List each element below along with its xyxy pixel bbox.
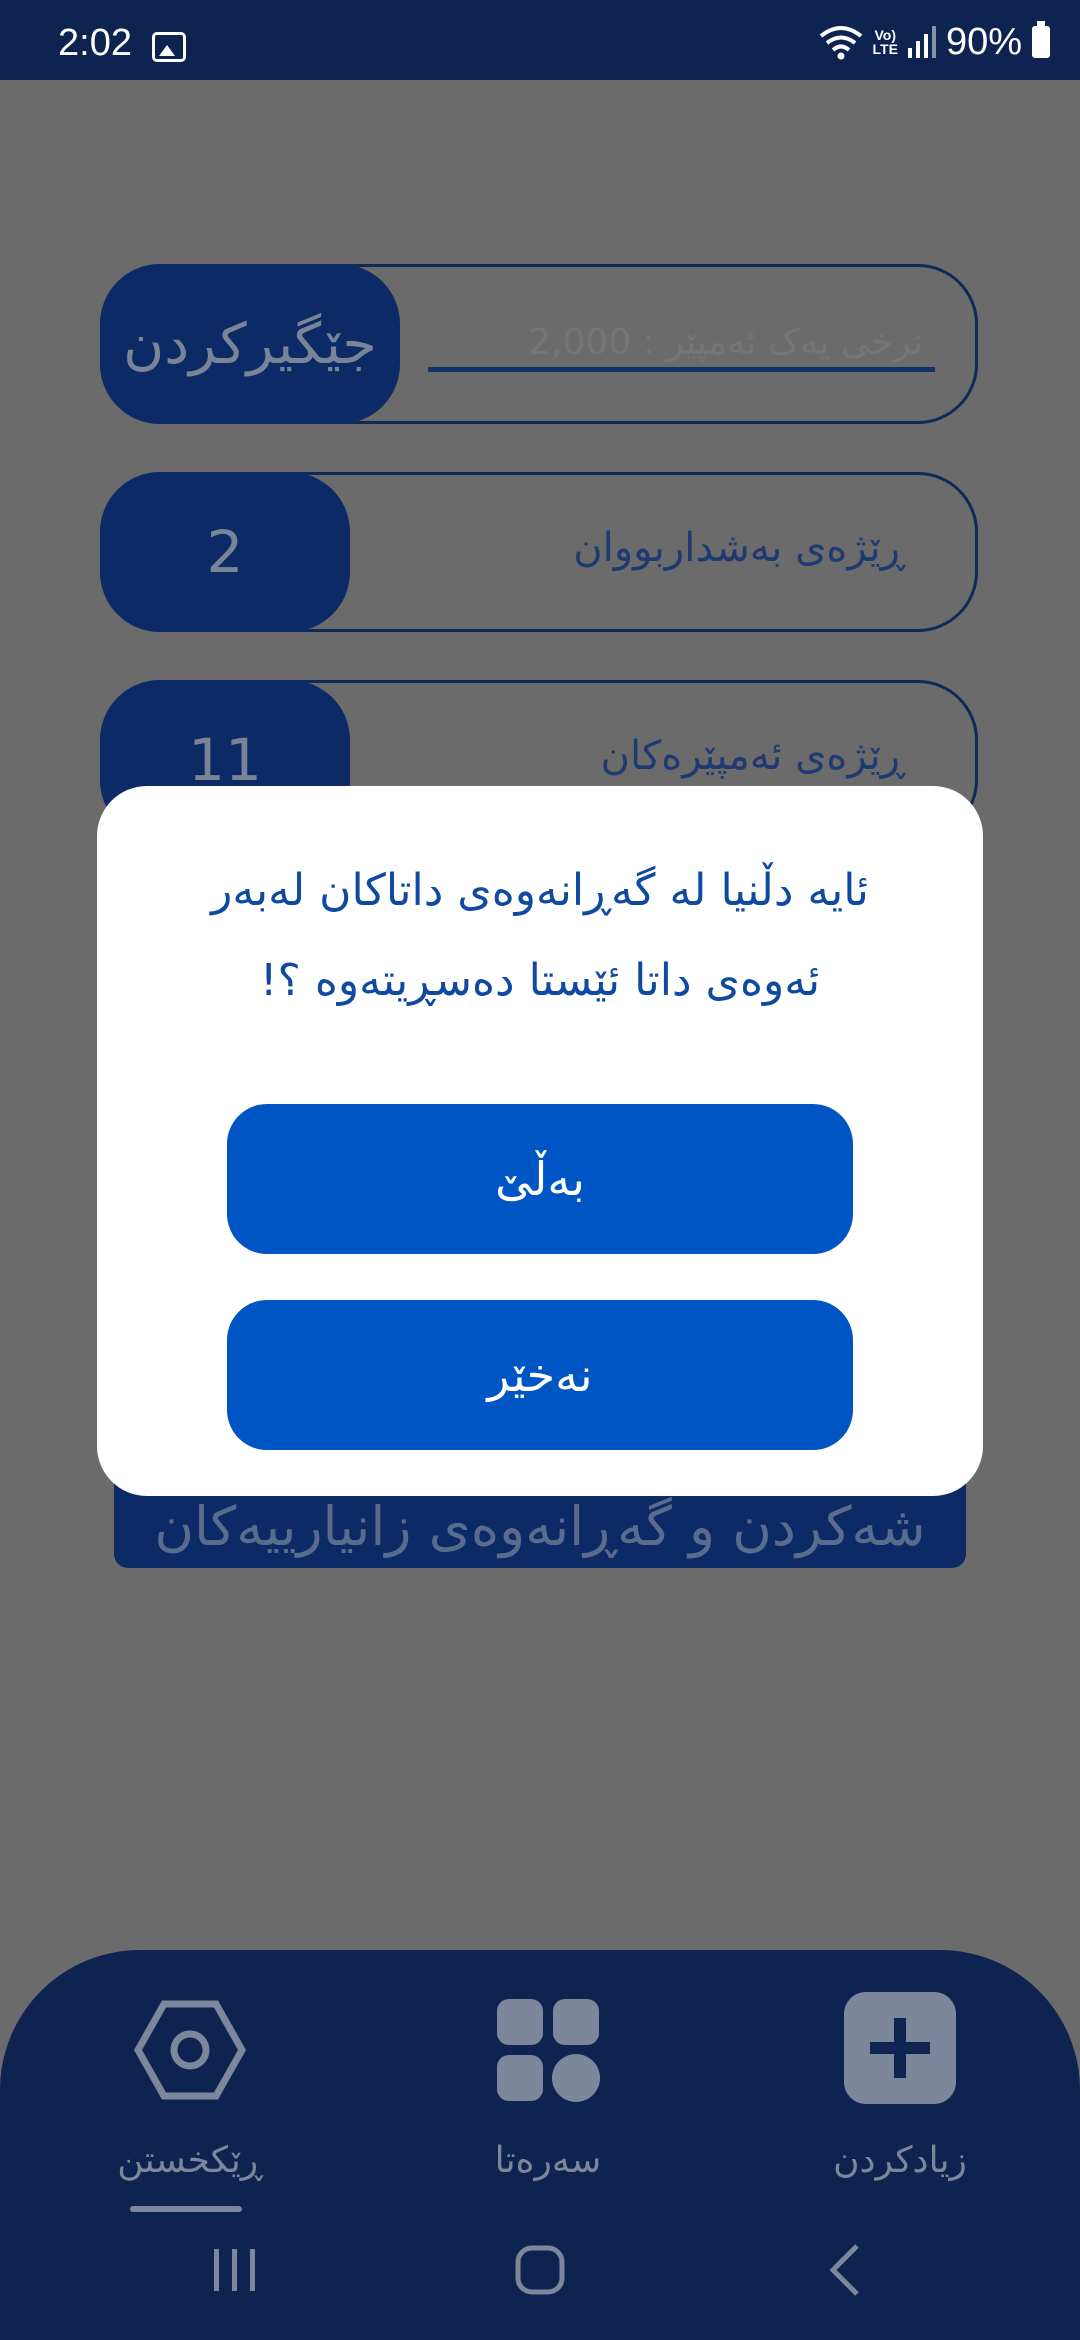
participants-count: 2	[100, 472, 350, 632]
home-system-button[interactable]	[500, 2230, 580, 2310]
price-row: جێگیرکردن	[100, 264, 978, 424]
wifi-icon	[819, 26, 862, 60]
nav-settings-label: ڕێکخستن	[117, 2140, 263, 2181]
dialog-message-line1: ئایە دڵنیا لە گەڕانەوەی داتاکان لەبەر	[211, 865, 869, 916]
settings-hex-icon	[133, 2000, 247, 2100]
lte-icon: Vo) LTE	[872, 27, 898, 57]
nav-add-label: زیادکردن	[833, 2140, 967, 2181]
battery-icon	[1032, 21, 1050, 58]
nav-home[interactable]: سەرەتا	[438, 1990, 658, 2190]
amperes-label: ڕێژەی ئەمپێرەکان	[600, 733, 905, 779]
participants-label: ڕێژەی بەشداربووان	[573, 525, 905, 571]
battery-percent: 90%	[945, 20, 1022, 63]
yes-button[interactable]: بەڵێ	[227, 1104, 853, 1254]
plus-icon	[844, 1992, 956, 2104]
status-time: 2:02	[58, 22, 132, 64]
image-notification-icon	[152, 32, 186, 62]
grid-icon	[497, 1999, 600, 2102]
back-system-button[interactable]	[810, 2230, 880, 2310]
confirm-dialog: ئایە دڵنیا لە گەڕانەوەی داتاکان لەبەر ئە…	[97, 786, 983, 1496]
dialog-message: ئایە دڵنیا لە گەڕانەوەی داتاکان لەبەر ئە…	[157, 846, 923, 1026]
status-bar: 2:02 Vo) LTE 90%	[0, 0, 1080, 80]
recent-apps-button[interactable]	[200, 2230, 270, 2310]
recent-apps-icon	[214, 2249, 255, 2291]
no-button[interactable]: نەخێر	[227, 1300, 853, 1450]
nav-active-indicator	[130, 2206, 242, 2212]
signal-icon	[907, 26, 936, 58]
status-indicators: Vo) LTE 90%	[819, 20, 1050, 63]
nav-home-label: سەرەتا	[494, 2140, 602, 2181]
save-button[interactable]: جێگیرکردن	[100, 264, 400, 424]
participants-row: 2 ڕێژەی بەشداربووان	[100, 472, 978, 632]
home-system-icon	[515, 2245, 565, 2295]
nav-settings[interactable]: ڕێکخستن	[80, 1990, 300, 2212]
dialog-message-line2: ئەوەی داتا ئێستا دەسڕیتەوە ؟!	[259, 955, 821, 1006]
nav-add[interactable]: زیادکردن	[790, 1990, 1010, 2190]
back-icon	[829, 2244, 859, 2296]
price-input[interactable]	[428, 317, 935, 372]
